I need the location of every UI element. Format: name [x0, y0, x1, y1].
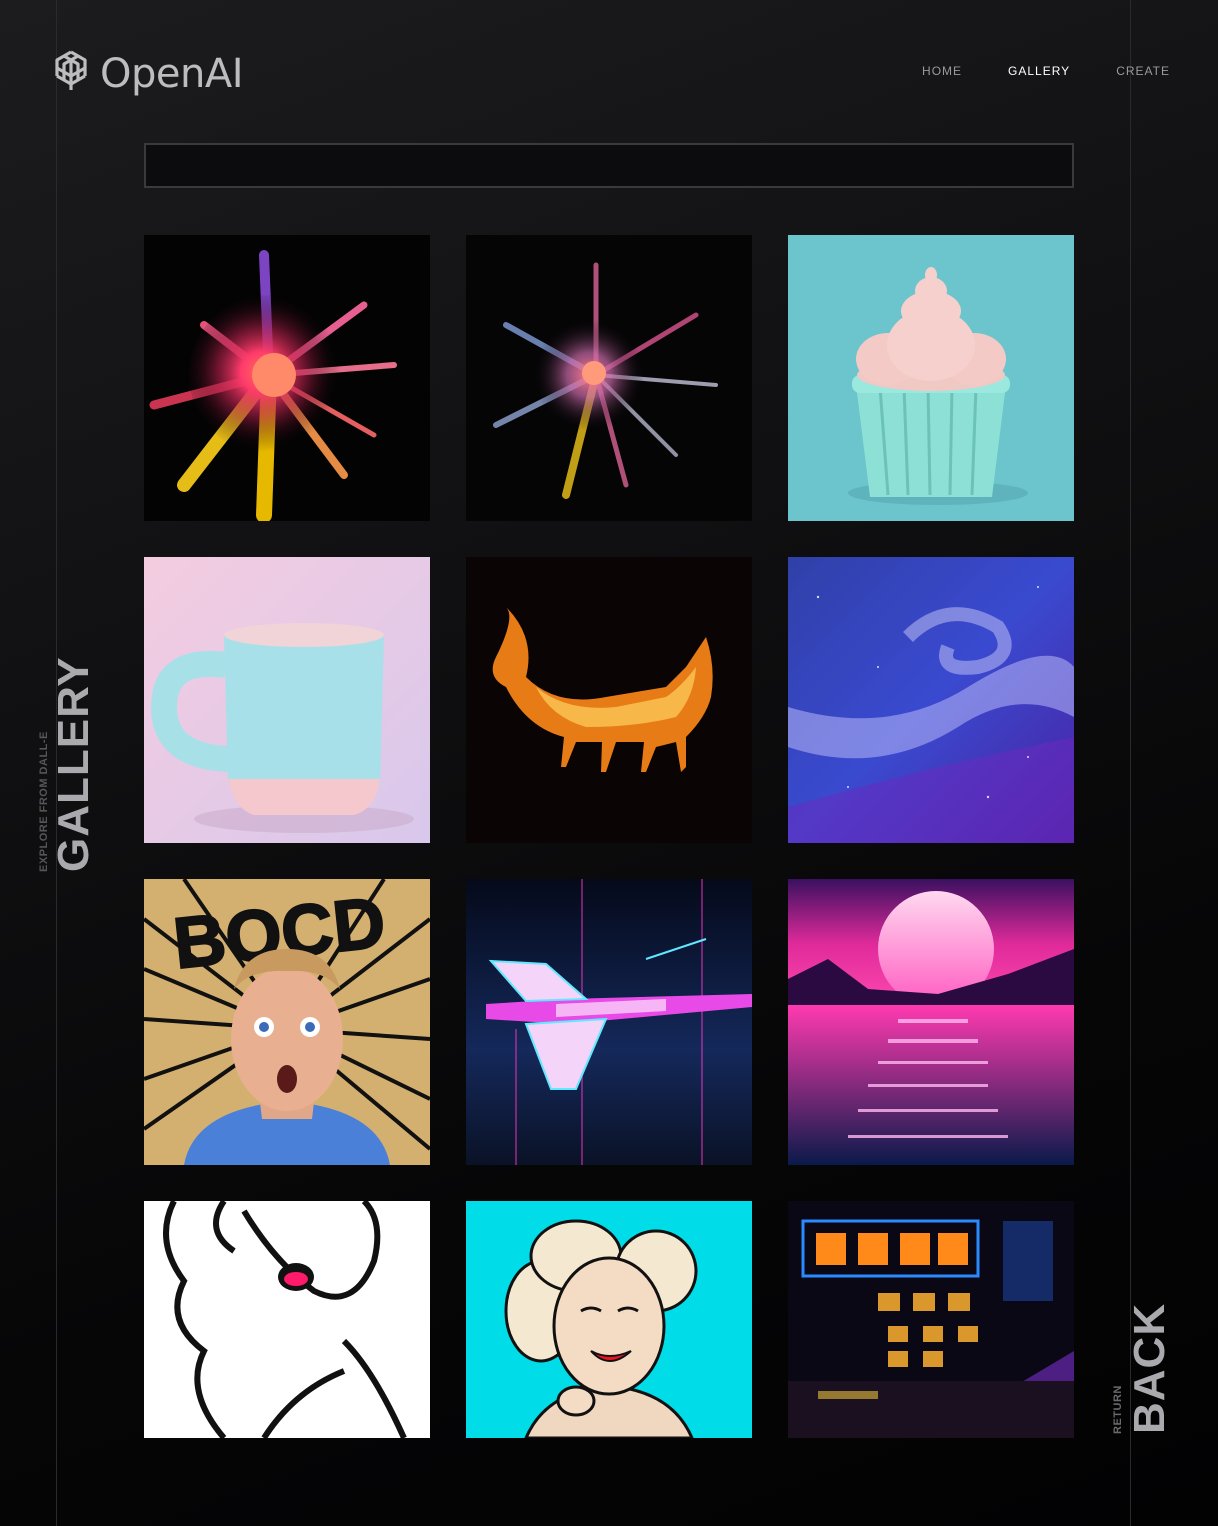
brand-logo[interactable]: OpenAI — [46, 46, 244, 101]
gallery-image-pastel-explosion[interactable] — [466, 235, 752, 521]
gallery-image-powder-explosion[interactable] — [144, 235, 430, 521]
search-input[interactable] — [144, 143, 1074, 188]
brand-name: OpenAI — [100, 50, 244, 97]
openai-logo-icon — [46, 46, 96, 101]
gallery-image-neon-city[interactable] — [788, 1201, 1074, 1438]
gallery-image-comic-man[interactable]: BOCD — [144, 879, 430, 1165]
nav-home[interactable]: HOME — [922, 64, 962, 78]
gallery-grid: BOCD — [144, 235, 1074, 1438]
gallery-image-galaxy[interactable] — [788, 557, 1074, 843]
gallery-image-fire-fox[interactable] — [466, 557, 752, 843]
back-button[interactable]: RETURN BACK — [1112, 1302, 1174, 1434]
right-guide-line — [1130, 0, 1131, 1526]
side-label-gallery: EXPLORE FROM DALL-E GALLERY — [38, 656, 98, 872]
gallery-image-mug[interactable] — [144, 557, 430, 843]
nav-gallery[interactable]: GALLERY — [1008, 64, 1070, 78]
gallery-image-synthwave-sunset[interactable] — [788, 879, 1074, 1165]
back-button-subtitle: RETURN — [1112, 1385, 1124, 1434]
gallery-image-neon-spaceship[interactable] — [466, 879, 752, 1165]
gallery-image-cupcake[interactable] — [788, 235, 1074, 521]
top-nav: HOME GALLERY CREATE — [922, 64, 1170, 78]
side-label-title: GALLERY — [49, 656, 98, 872]
back-button-label: BACK — [1125, 1302, 1174, 1434]
nav-create[interactable]: CREATE — [1116, 64, 1170, 78]
gallery-image-pop-art-line[interactable] — [144, 1201, 430, 1438]
gallery-image-pop-art-cyan[interactable] — [466, 1201, 752, 1438]
